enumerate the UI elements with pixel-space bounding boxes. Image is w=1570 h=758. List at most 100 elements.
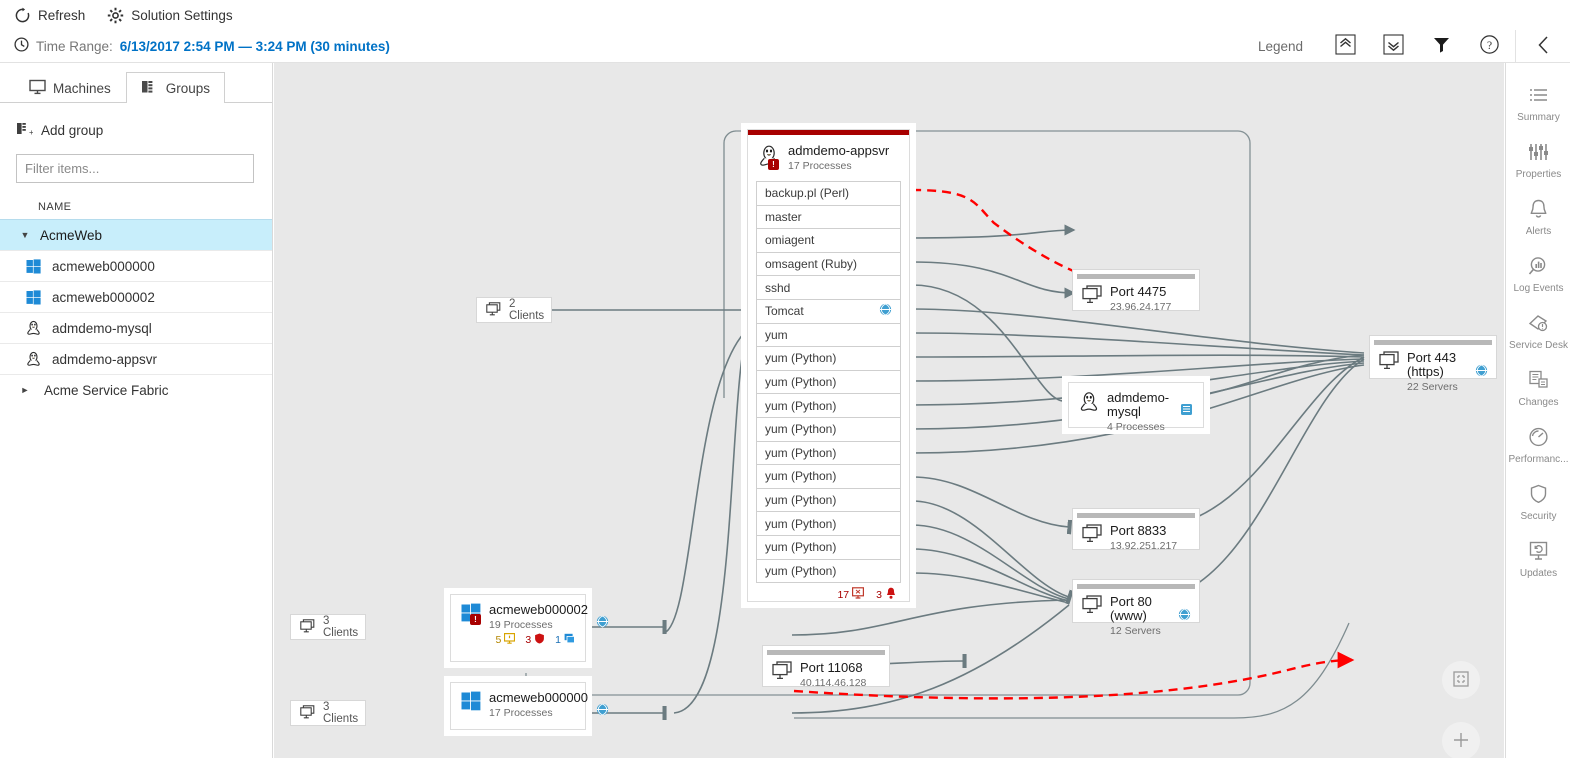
process-name: yum (Python) [765,493,837,508]
servers-icon [486,301,501,319]
refresh-label: Refresh [38,7,86,23]
tree-item-label: AcmeWeb [40,227,103,243]
column-header-name: NAME [38,201,72,213]
process-row[interactable]: yum (Python) [757,371,900,395]
rail-item-updates[interactable]: Updates [1506,531,1570,588]
tree-item-admdemo-appsvr[interactable]: admdemo-appsvr [0,343,272,374]
rail-item-performance[interactable]: Performanc... [1506,417,1570,474]
add-group-button[interactable]: + Add group [16,121,272,140]
rail-item-alerts[interactable]: Alerts [1506,189,1570,246]
dependency-map-canvas[interactable]: ! admdemo-appsvr 17 Processes backup.pl … [274,63,1504,758]
client-group-label: 2 Clients [509,298,545,322]
rail-item-label: Changes [1518,397,1559,408]
monitor-failed-icon [852,587,865,602]
process-row[interactable]: backup.pl (Perl) [757,182,900,206]
rail-item-log-events[interactable]: Log Events [1506,246,1570,303]
machine-node-acmeweb000002[interactable]: ! acmeweb000002 19 Processes 5 3 1 [444,588,609,668]
endpoint-node-port80[interactable]: Port 80 (www) 12 Servers [1072,579,1200,637]
process-name: yum (Python) [765,398,837,413]
endpoint-text: Port 4475 23.96.24.177 [1110,285,1171,314]
rail-item-summary[interactable]: Summary [1506,75,1570,132]
process-name: yum (Python) [765,375,837,390]
client-group-3-clients-a[interactable]: 3 Clients [290,614,366,640]
process-row[interactable]: yum (Python) [757,394,900,418]
windows-icon: ! [461,603,481,626]
endpoint-title: Port 8833 [1110,523,1167,538]
endpoint-node-port11068[interactable]: Port 11068 40.114.46.128 [762,645,890,689]
svg-text:?: ? [1486,40,1491,52]
endpoint-text: Port 443 (https) 22 Servers [1407,351,1467,394]
tree-item-acmeweb[interactable]: ▼ AcmeWeb [0,219,272,250]
time-range-control[interactable]: Time Range: 6/13/2017 2:54 PM — 3:24 PM … [0,37,390,55]
tree-item-admdemo-mysql[interactable]: admdemo-mysql [0,312,272,343]
machine-body: acmeweb000000 17 Processes [451,683,609,719]
legend-button[interactable]: Legend [1258,39,1303,54]
servers-icon [1082,595,1102,617]
globe-icon [879,303,892,319]
badge-count: 5 [495,634,502,646]
process-row[interactable]: yum (Python) [757,442,900,466]
fit-to-screen-button[interactable] [1442,661,1480,699]
endpoint-text: admdemo-mysql 4 Processes [1107,391,1172,434]
groups-icon [141,79,159,98]
process-row[interactable]: sshd [757,276,900,300]
process-row[interactable]: yum (Python) [757,489,900,513]
process-row[interactable]: yum (Python) [757,347,900,371]
toolbar-divider [1515,29,1516,63]
tree-item-acmeweb000000[interactable]: acmeweb000000 [0,250,272,281]
process-name: yum (Python) [765,516,837,531]
process-name: Tomcat [765,304,804,319]
caret-right-icon[interactable]: ► [14,385,36,395]
filter-button[interactable] [1417,30,1465,63]
tab-groups[interactable]: Groups [125,72,226,104]
tree-item-acmeweb000002[interactable]: acmeweb000002 [0,281,272,312]
time-range-value: 6/13/2017 2:54 PM — 3:24 PM (30 minutes) [119,38,390,54]
endpoint-subtitle: 12 Servers [1110,625,1161,637]
rail-item-label: Alerts [1525,226,1552,237]
endpoint-node-admdemo-mysql[interactable]: admdemo-mysql 4 Processes [1062,376,1210,434]
help-button[interactable]: ? [1465,30,1513,63]
expand-all-button[interactable] [1369,30,1417,63]
process-row[interactable]: yum (Python) [757,465,900,489]
process-row[interactable]: yum (Python) [757,536,900,560]
endpoint-body: Port 4475 23.96.24.177 [1073,279,1199,313]
process-name: omiagent [765,233,815,248]
client-group-2-clients[interactable]: 2 Clients [476,297,552,323]
client-group-3-clients-b[interactable]: 3 Clients [290,700,366,726]
endpoint-body: Port 8833 13.92.251.217 [1073,518,1199,552]
machine-node-acmeweb000000[interactable]: acmeweb000000 17 Processes [444,676,609,736]
endpoint-node-port8833[interactable]: Port 8833 13.92.251.217 [1072,508,1200,552]
linux-icon [22,351,44,367]
process-row[interactable]: yum (Python) [757,418,900,442]
tree-item-acme-service-fabric[interactable]: ► Acme Service Fabric [0,374,272,405]
process-row[interactable]: omiagent [757,229,900,253]
rail-item-service-desk[interactable]: Service Desk [1506,303,1570,360]
endpoint-node-port4475[interactable]: Port 4475 23.96.24.177 [1072,269,1200,313]
solution-settings-button[interactable]: Solution Settings [107,7,233,24]
zoom-in-button[interactable] [1442,722,1480,758]
process-row[interactable]: yum [757,324,900,348]
rail-item-changes[interactable]: Changes [1506,360,1570,417]
process-row[interactable]: master [757,206,900,230]
alert-bell-icon [885,587,897,602]
collapse-panel-button[interactable] [1518,30,1570,63]
globe-icon [1178,608,1191,624]
process-card-admdemo-appsvr[interactable]: ! admdemo-appsvr 17 Processes backup.pl … [741,123,916,608]
monitor-icon [29,79,46,98]
filter-input[interactable] [16,154,254,183]
refresh-button[interactable]: Refresh [14,7,85,24]
rail-item-security[interactable]: Security [1506,474,1570,531]
endpoint-node-port443[interactable]: Port 443 (https) 22 Servers [1369,335,1497,393]
process-row[interactable]: omsagent (Ruby) [757,253,900,277]
rail-item-properties[interactable]: Properties [1506,132,1570,189]
plus-icon [1452,731,1470,752]
tab-machines[interactable]: Machines [14,72,126,103]
tree-item-label: admdemo-appsvr [52,351,158,367]
windows-icon [22,289,44,305]
process-row-tomcat[interactable]: Tomcat [757,300,900,324]
caret-down-icon[interactable]: ▼ [14,230,36,240]
endpoint-body: Port 443 (https) 22 Servers [1370,345,1496,393]
process-row[interactable]: yum (Python) [757,560,900,584]
collapse-all-button[interactable] [1321,30,1369,63]
process-row[interactable]: yum (Python) [757,512,900,536]
